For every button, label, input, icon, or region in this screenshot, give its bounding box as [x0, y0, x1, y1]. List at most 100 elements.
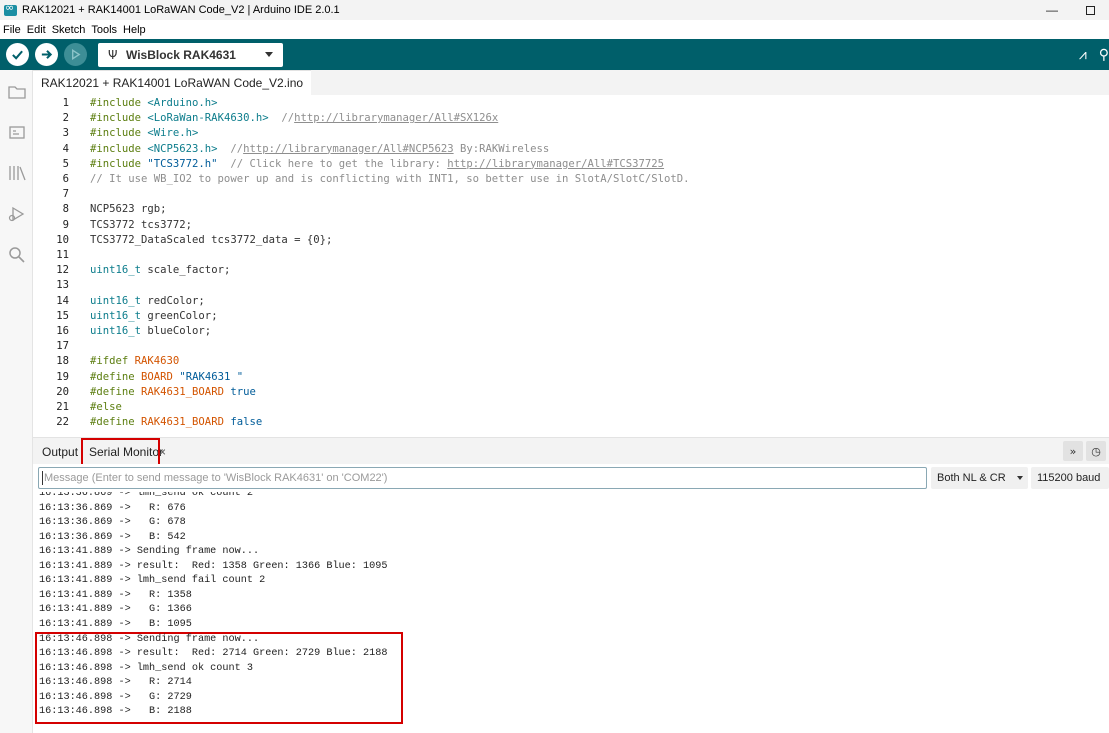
- verify-icon: [12, 50, 23, 60]
- line-number: 14: [56, 294, 69, 307]
- code-line: 22 #define RAK4631_BOARD false: [33, 415, 1109, 430]
- collapse-icon[interactable]: »: [1063, 441, 1083, 461]
- code-line: 17: [33, 339, 1109, 354]
- code-token: RAK4631_BOARD: [141, 385, 224, 398]
- code-token[interactable]: http://librarymanager/All#SX126x: [294, 112, 498, 124]
- line-number: 20: [56, 385, 69, 398]
- serial-line: 16:13:36.869 -> G: 678: [39, 517, 186, 529]
- upload-icon: [41, 50, 53, 59]
- code-token: #include: [90, 97, 148, 109]
- code-token: #include: [90, 157, 148, 170]
- serial-monitor-bar: Message (Enter to send message to 'WisBl…: [33, 464, 1109, 492]
- menu-edit[interactable]: Edit: [24, 24, 49, 36]
- code-token: #include: [90, 142, 148, 155]
- line-ending-value: Both NL & CR: [937, 472, 1006, 484]
- panel-actions: » ◷: [1063, 441, 1109, 461]
- serial-output[interactable]: 16:13:36.869 -> lmh_send ok count 2 16:13…: [33, 492, 1109, 733]
- code-token: By:RAKWireless: [453, 142, 550, 155]
- code-line: 19 #define BOARD "RAK4631 ": [33, 370, 1109, 385]
- code-text: #else: [90, 400, 122, 415]
- serial-line: 16:13:46.898 -> lmh_send ok count 3: [39, 662, 253, 674]
- code-token: TCS3772_DataScaled tcs3772_data = {0};: [90, 233, 333, 246]
- code-text: TCS3772 tcs3772;: [90, 218, 192, 233]
- boards-manager-icon[interactable]: [7, 122, 27, 142]
- code-text: #define RAK4631_BOARD true: [90, 385, 256, 400]
- code-token[interactable]: http://librarymanager/All#TCS37725: [447, 158, 664, 170]
- line-number: 8: [62, 203, 69, 216]
- serial-line: 16:13:36.869 -> B: 542: [39, 531, 186, 543]
- title-bar: RAK12021 + RAK14001 LoRaWAN Code_V2 | Ar…: [0, 0, 1109, 20]
- arduino-logo-icon: [4, 1, 17, 16]
- line-number: 17: [56, 340, 69, 353]
- minimize-icon: —: [1046, 3, 1058, 17]
- line-number: 16: [56, 325, 69, 337]
- serial-plotter-icon[interactable]: ⩘: [1079, 47, 1087, 63]
- sketchbook-icon[interactable]: [7, 82, 27, 102]
- serial-line: 16:13:41.889 -> result: Red: 1358 Green:…: [39, 560, 388, 572]
- code-token: #define: [90, 370, 142, 383]
- code-text: #ifdef RAK4630: [90, 354, 179, 369]
- code-token: RAK4630: [134, 355, 180, 368]
- serial-line: 16:13:36.869 -> R: 676: [39, 502, 186, 514]
- code-token: #else: [90, 401, 122, 413]
- code-text: #include <Wire.h>: [90, 126, 198, 141]
- serial-line: 16:13:41.889 -> G: 1366: [39, 604, 192, 616]
- upload-button[interactable]: [35, 43, 58, 66]
- maximize-button[interactable]: [1071, 0, 1109, 20]
- code-token: RAK4631_BOARD: [141, 416, 224, 429]
- code-line: 3 #include <Wire.h>: [33, 126, 1109, 141]
- window-title: RAK12021 + RAK14001 LoRaWAN Code_V2 | Ar…: [22, 4, 340, 16]
- code-line: 12 uint16_t scale_factor;: [33, 263, 1109, 278]
- code-token: // It use WB_IO2 to power up and is conf…: [90, 173, 690, 185]
- verify-button[interactable]: [6, 43, 29, 66]
- tab-sketch-file[interactable]: RAK12021 + RAK14001 LoRaWAN Code_V2.ino: [33, 70, 312, 95]
- serial-line: 16:13:46.898 -> B: 2188: [39, 706, 192, 718]
- message-input-placeholder: Message (Enter to send message to 'WisBl…: [44, 472, 388, 484]
- chevron-down-icon: [265, 51, 273, 57]
- menu-sketch[interactable]: Sketch: [49, 24, 89, 36]
- code-line: 6 // It use WB_IO2 to power up and is con…: [33, 172, 1109, 187]
- code-token: "RAK4631 ": [179, 370, 244, 383]
- line-number: 15: [56, 309, 69, 322]
- menu-tools[interactable]: Tools: [88, 24, 120, 36]
- code-editor[interactable]: 1 #include <Arduino.h> 2 #include <LoRaWan-…: [33, 95, 1109, 437]
- code-token: "TCS3772.h": [147, 157, 218, 170]
- board-selector[interactable]: Ψ WisBlock RAK4631: [98, 42, 283, 67]
- line-number: 21: [56, 401, 69, 413]
- message-input[interactable]: Message (Enter to send message to 'WisBl…: [38, 467, 927, 489]
- text-cursor: [42, 471, 43, 485]
- timestamp-icon[interactable]: ◷: [1086, 441, 1106, 461]
- debug-icon: [72, 49, 81, 60]
- serial-monitor-icon[interactable]: ⚲: [1099, 47, 1109, 63]
- code-token[interactable]: http://librarymanager/All#NCP5623: [243, 143, 453, 155]
- code-token: <Arduino.h>: [147, 97, 218, 109]
- code-line: 13: [33, 278, 1109, 293]
- code-token: #include: [90, 112, 148, 125]
- close-icon[interactable]: ×: [159, 438, 166, 465]
- debug-button[interactable]: [64, 43, 87, 66]
- code-text: uint16_t redColor;: [90, 294, 205, 309]
- code-line: 7: [33, 187, 1109, 202]
- code-line: 14 uint16_t redColor;: [33, 294, 1109, 309]
- search-icon[interactable]: [7, 245, 27, 265]
- line-ending-select[interactable]: Both NL & CR: [931, 467, 1028, 489]
- serial-line: 16:13:46.898 -> R: 2714: [39, 677, 192, 689]
- menu-file[interactable]: File: [0, 24, 24, 36]
- code-token: #define: [90, 416, 142, 429]
- line-number: 4: [62, 142, 69, 155]
- code-line: 20 #define RAK4631_BOARD true: [33, 385, 1109, 400]
- panel-header: Output Serial Monitor × » ◷: [33, 437, 1109, 466]
- menu-help[interactable]: Help: [120, 24, 149, 36]
- code-token: false: [230, 416, 263, 429]
- tab-output[interactable]: Output: [42, 438, 78, 465]
- maximize-icon: [1085, 5, 1095, 15]
- minimize-button[interactable]: —: [1033, 0, 1071, 20]
- code-token: #ifdef: [90, 355, 135, 368]
- code-token: BOARD: [141, 370, 173, 383]
- library-manager-icon[interactable]: [7, 163, 27, 183]
- baud-rate-select[interactable]: 115200 baud: [1031, 467, 1109, 489]
- line-number: 18: [56, 355, 69, 368]
- debug-panel-icon[interactable]: [7, 204, 27, 224]
- code-line: 8 NCP5623 rgb;: [33, 202, 1109, 217]
